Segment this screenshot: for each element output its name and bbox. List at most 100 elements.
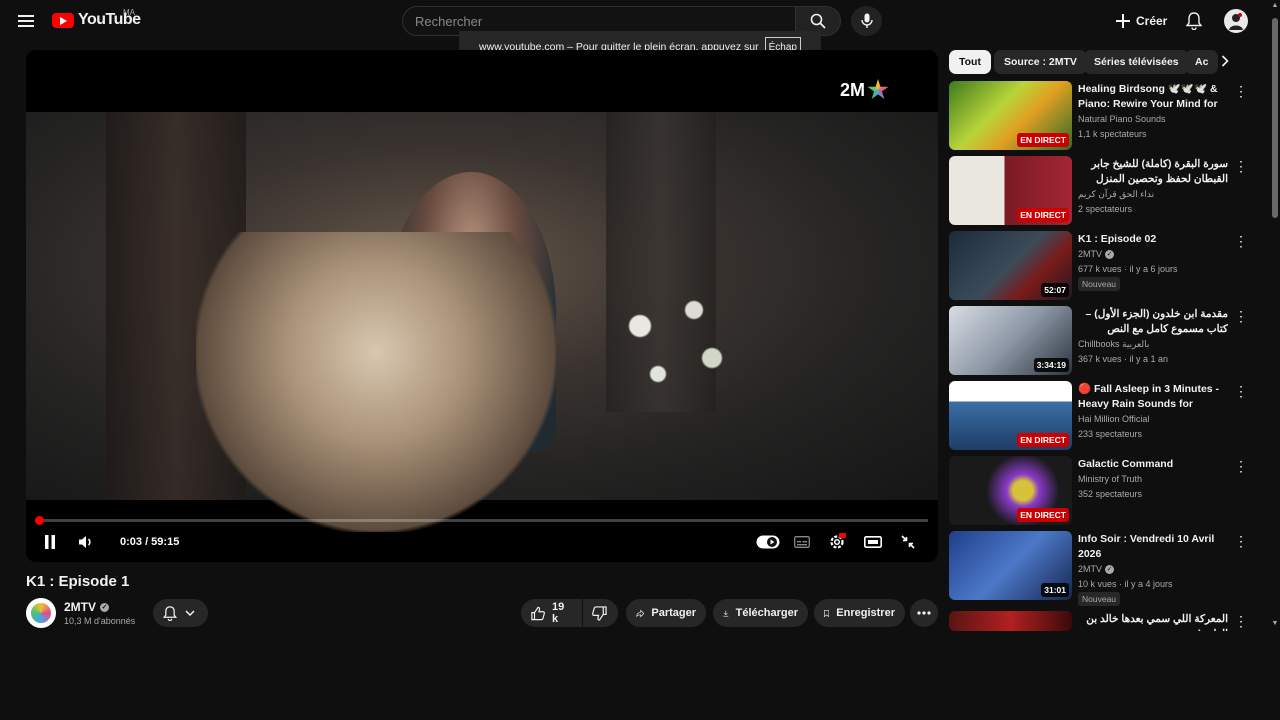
bell-icon [163,605,177,621]
like-button[interactable]: 19 k [521,599,582,627]
bookmark-icon [824,609,830,617]
video-thumbnail[interactable]: EN DIRECT [949,381,1072,450]
more-vertical-icon[interactable]: ⋮ [1234,83,1248,100]
video-frame[interactable] [26,112,938,532]
recommendation-channel[interactable]: Hai Million Official [1078,414,1149,424]
pause-icon[interactable] [38,530,62,554]
recommendation-title[interactable]: مقدمة ابن خلدون (الجزء الأول) – كتاب مسم… [1078,307,1228,337]
recommendation-channel[interactable]: Chillbooks بالعربية [1078,339,1149,350]
recommendation-item[interactable]: المعركة اللي سمي بعدها خالد بن الوليد ( … [949,611,1259,631]
channel-name-link[interactable]: 2MTV ✓ [64,600,110,614]
subscription-bell-button[interactable] [153,599,208,627]
thumbs-down-icon [592,605,607,621]
recommendation-item[interactable]: EN DIRECT Galactic Command Ministry of T… [949,456,1259,526]
recommendation-title[interactable]: Info Soir : Vendredi 10 Avril 2026 [1078,532,1228,562]
player-controls: 0:03 / 59:15 [26,528,938,556]
subtitles-icon[interactable] [790,530,814,554]
video-thumbnail[interactable]: 31:01 [949,531,1072,600]
recommendation-title[interactable]: Healing Birdsong 🕊️🕊️🕊️ & Piano: Rewire … [1078,82,1228,112]
live-badge: EN DIRECT [1017,208,1069,222]
menu-icon[interactable] [14,9,38,33]
exit-fullscreen-icon[interactable] [896,530,920,554]
volume-icon[interactable] [74,530,98,554]
theater-mode-icon[interactable] [861,530,885,554]
recommendation-item[interactable]: EN DIRECT Healing Birdsong 🕊️🕊️🕊️ & Pian… [949,81,1259,151]
recommendation-title[interactable]: Galactic Command [1078,457,1228,472]
recommendation-item[interactable]: EN DIRECT 🔴 Fall Asleep in 3 Minutes - H… [949,381,1259,451]
more-vertical-icon[interactable]: ⋮ [1234,383,1248,400]
video-thumbnail[interactable]: EN DIRECT [949,156,1072,225]
recommendation-meta: 352 spectateurs [1078,489,1143,499]
video-thumbnail[interactable]: 52:07 [949,231,1072,300]
chip-truncated[interactable]: Ac [1185,50,1219,74]
download-button[interactable]: Télécharger [713,599,808,627]
more-actions-button[interactable] [910,599,938,627]
chevron-right-icon[interactable] [1216,54,1234,74]
live-badge: EN DIRECT [1017,508,1069,522]
recommendation-meta: 10 k vues · il y a 4 jours [1078,579,1173,589]
recommendation-channel[interactable]: Ministry of Truth [1078,474,1142,484]
notifications-icon[interactable] [1182,9,1206,33]
recommendation-item[interactable]: EN DIRECT سورة البقرة (كاملة) للشيخ جابر… [949,156,1259,226]
thumbs-up-icon [531,606,545,620]
more-vertical-icon[interactable]: ⋮ [1234,458,1248,475]
video-thumbnail[interactable] [949,611,1072,631]
recommendation-channel-name: 2MTV [1078,564,1103,574]
recommendation-channel-name: Natural Piano Sounds [1078,114,1166,124]
search-placeholder: Rechercher [415,13,483,29]
recommendation-channel[interactable]: 2MTV ✓ [1078,249,1115,259]
recommendation-item[interactable]: 52:07 K1 : Episode 02 2MTV ✓ 677 k vues ·… [949,231,1259,301]
youtube-logo[interactable]: YouTube MA [52,8,141,29]
more-vertical-icon[interactable]: ⋮ [1234,308,1248,325]
dislike-button[interactable] [583,599,618,627]
recommendation-title[interactable]: المعركة اللي سمي بعدها خالد بن الوليد ( [1078,612,1228,631]
video-scene-flowers [586,262,766,422]
recommendation-channel[interactable]: 2MTV ✓ [1078,564,1115,574]
more-vertical-icon[interactable]: ⋮ [1234,613,1248,630]
more-vertical-icon[interactable]: ⋮ [1234,233,1248,250]
channel-avatar[interactable] [26,598,56,628]
recommendation-channel-name: نداء الحق قرآن كريم [1078,189,1155,199]
more-vertical-icon[interactable]: ⋮ [1234,158,1248,175]
account-avatar[interactable] [1224,9,1248,33]
video-player[interactable]: 2M 0:03 / 59:15 [26,50,938,562]
autoplay-toggle-icon[interactable] [754,530,782,554]
recommendation-channel[interactable]: Natural Piano Sounds [1078,114,1166,124]
video-title: K1 : Episode 1 [26,573,130,590]
recommendation-item[interactable]: 31:01 Info Soir : Vendredi 10 Avril 2026… [949,531,1259,606]
video-thumbnail[interactable]: EN DIRECT [949,81,1072,150]
live-badge: EN DIRECT [1017,433,1069,447]
video-thumbnail[interactable]: EN DIRECT [949,456,1072,525]
share-button[interactable]: Partager [626,599,706,627]
scroll-down-arrow-icon[interactable]: ▼ [1271,620,1279,627]
share-label: Partager [651,607,696,619]
scroll-up-arrow-icon[interactable]: ▲ [1271,2,1279,9]
video-thumbnail[interactable]: 3:34:19 [949,306,1072,375]
recommendation-channel-name: 2MTV [1078,249,1103,259]
progress-scrubber[interactable] [35,516,44,525]
recommendation-channel[interactable]: نداء الحق قرآن كريم [1078,189,1154,200]
recommendation-channel-name: Chillbooks بالعربية [1078,339,1150,349]
voice-search-button[interactable] [851,6,882,36]
recommendation-item[interactable]: 3:34:19 مقدمة ابن خلدون (الجزء الأول) – … [949,306,1259,376]
chip-source-2mtv[interactable]: Source : 2MTV [994,50,1087,74]
recommendation-title[interactable]: K1 : Episode 02 [1078,232,1228,247]
page-scrollbar[interactable]: ▲ ▼ [1270,0,1280,720]
recommendation-title[interactable]: سورة البقرة (كاملة) للشيخ جابر القبطان ل… [1078,157,1228,187]
chip-tv-series[interactable]: Séries télévisées [1084,50,1189,74]
recommendation-title[interactable]: 🔴 Fall Asleep in 3 Minutes - Heavy Rain … [1078,382,1228,412]
recommendation-meta: 2 spectateurs [1078,204,1133,214]
search-icon [810,13,826,29]
create-button[interactable]: Créer [1106,6,1177,36]
save-button[interactable]: Enregistrer [814,599,905,627]
duration-badge: 31:01 [1041,583,1069,597]
chip-all[interactable]: Tout [949,50,991,74]
recommendation-meta: 233 spectateurs [1078,429,1143,439]
scrollbar-thumb[interactable] [1272,18,1278,218]
more-vertical-icon[interactable]: ⋮ [1234,533,1248,550]
progress-bar[interactable] [35,516,928,525]
channel-watermark: 2M [840,76,894,104]
settings-gear-icon[interactable] [825,530,849,554]
country-code: MA [123,8,135,17]
subscriber-count: 10,3 M d'abonnés [64,616,136,626]
